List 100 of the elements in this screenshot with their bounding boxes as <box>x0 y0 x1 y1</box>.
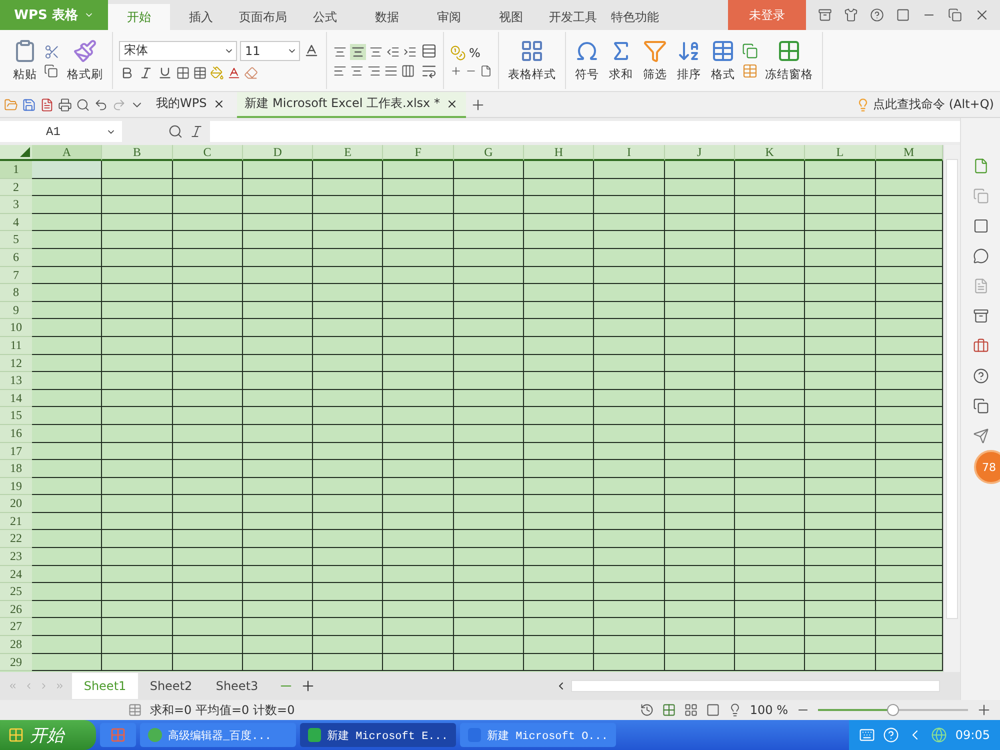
table-cell[interactable] <box>594 442 665 460</box>
table-cell[interactable] <box>524 636 594 654</box>
table-cell[interactable] <box>664 336 735 355</box>
table-cell[interactable] <box>876 583 943 601</box>
ribbon-tab[interactable]: 插入 <box>170 4 232 30</box>
table-cell[interactable] <box>454 372 524 390</box>
table-cell[interactable] <box>313 654 384 672</box>
font-size-field[interactable]: 11 <box>240 40 300 60</box>
table-cell[interactable] <box>172 319 243 337</box>
copy-icon[interactable] <box>44 64 58 78</box>
table-cell[interactable] <box>805 460 876 478</box>
table-cell[interactable] <box>242 566 314 584</box>
row-header[interactable]: 17 <box>0 442 32 460</box>
ribbon-tab[interactable]: 审阅 <box>418 4 480 30</box>
table-cell[interactable] <box>242 214 314 232</box>
table-cell[interactable] <box>102 618 173 636</box>
table-cell[interactable] <box>664 530 735 548</box>
start-button[interactable]: 开始 <box>0 720 96 750</box>
table-cell[interactable] <box>454 266 524 284</box>
table-cell[interactable] <box>734 354 806 372</box>
table-cell[interactable] <box>242 600 314 618</box>
table-cell[interactable] <box>454 618 524 636</box>
table-cell[interactable] <box>172 478 243 496</box>
table-cell[interactable] <box>383 600 454 618</box>
table-cell[interactable] <box>524 178 594 196</box>
table-cell[interactable] <box>734 548 806 566</box>
eraser-icon[interactable] <box>244 66 258 80</box>
table-cell[interactable] <box>524 460 594 478</box>
table-cell[interactable] <box>102 354 173 372</box>
table-cell[interactable] <box>313 231 384 249</box>
table-cell[interactable] <box>664 548 735 566</box>
table-cell[interactable] <box>454 248 524 267</box>
table-cell[interactable] <box>242 495 314 513</box>
table-cell[interactable] <box>664 161 735 179</box>
table-cell[interactable] <box>524 248 594 267</box>
shirt-icon[interactable] <box>844 8 858 22</box>
row-header[interactable]: 1 <box>0 161 32 179</box>
table-cell[interactable] <box>172 231 243 249</box>
add-sheet-icon[interactable] <box>300 678 316 694</box>
ribbon-tab[interactable]: 数据 <box>356 4 418 30</box>
table-cell[interactable] <box>172 161 243 179</box>
table-cell[interactable] <box>313 248 384 267</box>
table-cell[interactable] <box>805 636 876 654</box>
table-cell[interactable] <box>32 161 102 179</box>
table-cell[interactable] <box>805 284 876 302</box>
row-header[interactable]: 11 <box>0 336 32 355</box>
table-cell[interactable] <box>876 336 943 355</box>
table-cell[interactable] <box>313 548 384 566</box>
table-cell[interactable] <box>664 248 735 267</box>
table-cell[interactable] <box>664 372 735 390</box>
freeze-panes-button[interactable]: 冻结窗格 <box>762 37 816 84</box>
table-cell[interactable] <box>454 636 524 654</box>
sum-button[interactable]: 求和 <box>606 37 636 84</box>
table-cell[interactable] <box>454 530 524 548</box>
table-cell[interactable] <box>242 442 314 460</box>
document-tab[interactable]: 新建 Microsoft Excel 工作表.xlsx * <box>236 92 466 118</box>
table-cell[interactable] <box>876 566 943 584</box>
table-cell[interactable] <box>524 390 594 408</box>
row-header[interactable]: 28 <box>0 636 32 654</box>
ribbon-tab[interactable]: 视图 <box>480 4 542 30</box>
table-cell[interactable] <box>32 266 102 284</box>
column-header[interactable]: B <box>102 145 173 161</box>
table-cell[interactable] <box>734 266 806 284</box>
table-cell[interactable] <box>454 161 524 179</box>
table-cell[interactable] <box>664 618 735 636</box>
row-header[interactable]: 3 <box>0 196 32 214</box>
table-cell[interactable] <box>594 284 665 302</box>
table-cell[interactable] <box>172 566 243 584</box>
select-all-icon[interactable] <box>20 147 30 157</box>
table-cell[interactable] <box>805 319 876 337</box>
table-cell[interactable] <box>454 548 524 566</box>
table-cell[interactable] <box>102 161 173 179</box>
table-cell[interactable] <box>102 178 173 196</box>
table-cell[interactable] <box>594 161 665 179</box>
table-cell[interactable] <box>32 566 102 584</box>
table-cell[interactable] <box>876 284 943 302</box>
sheet-tab[interactable]: Sheet1 <box>72 673 138 699</box>
table-cell[interactable] <box>734 530 806 548</box>
table-cell[interactable] <box>594 566 665 584</box>
table-cell[interactable] <box>313 478 384 496</box>
table-cell[interactable] <box>172 636 243 654</box>
taskbar-window[interactable]: 高级编辑器_百度... <box>140 723 296 747</box>
table-cell[interactable] <box>172 442 243 460</box>
document-tab[interactable]: 我的WPS <box>148 92 233 118</box>
table-cell[interactable] <box>594 460 665 478</box>
table-cell[interactable] <box>313 390 384 408</box>
table-cell[interactable] <box>876 407 943 425</box>
table-cell[interactable] <box>805 566 876 584</box>
table-cell[interactable] <box>242 654 314 672</box>
table-cell[interactable] <box>594 618 665 636</box>
table-cell[interactable] <box>876 442 943 460</box>
table-cell[interactable] <box>524 442 594 460</box>
table-cell[interactable] <box>313 196 384 214</box>
column-header[interactable]: G <box>454 145 524 161</box>
table-cell[interactable] <box>313 178 384 196</box>
table-cell[interactable] <box>594 424 665 442</box>
table-cell[interactable] <box>454 302 524 320</box>
table-cell[interactable] <box>734 600 806 618</box>
table-cell[interactable] <box>32 636 102 654</box>
table-cell[interactable] <box>313 618 384 636</box>
